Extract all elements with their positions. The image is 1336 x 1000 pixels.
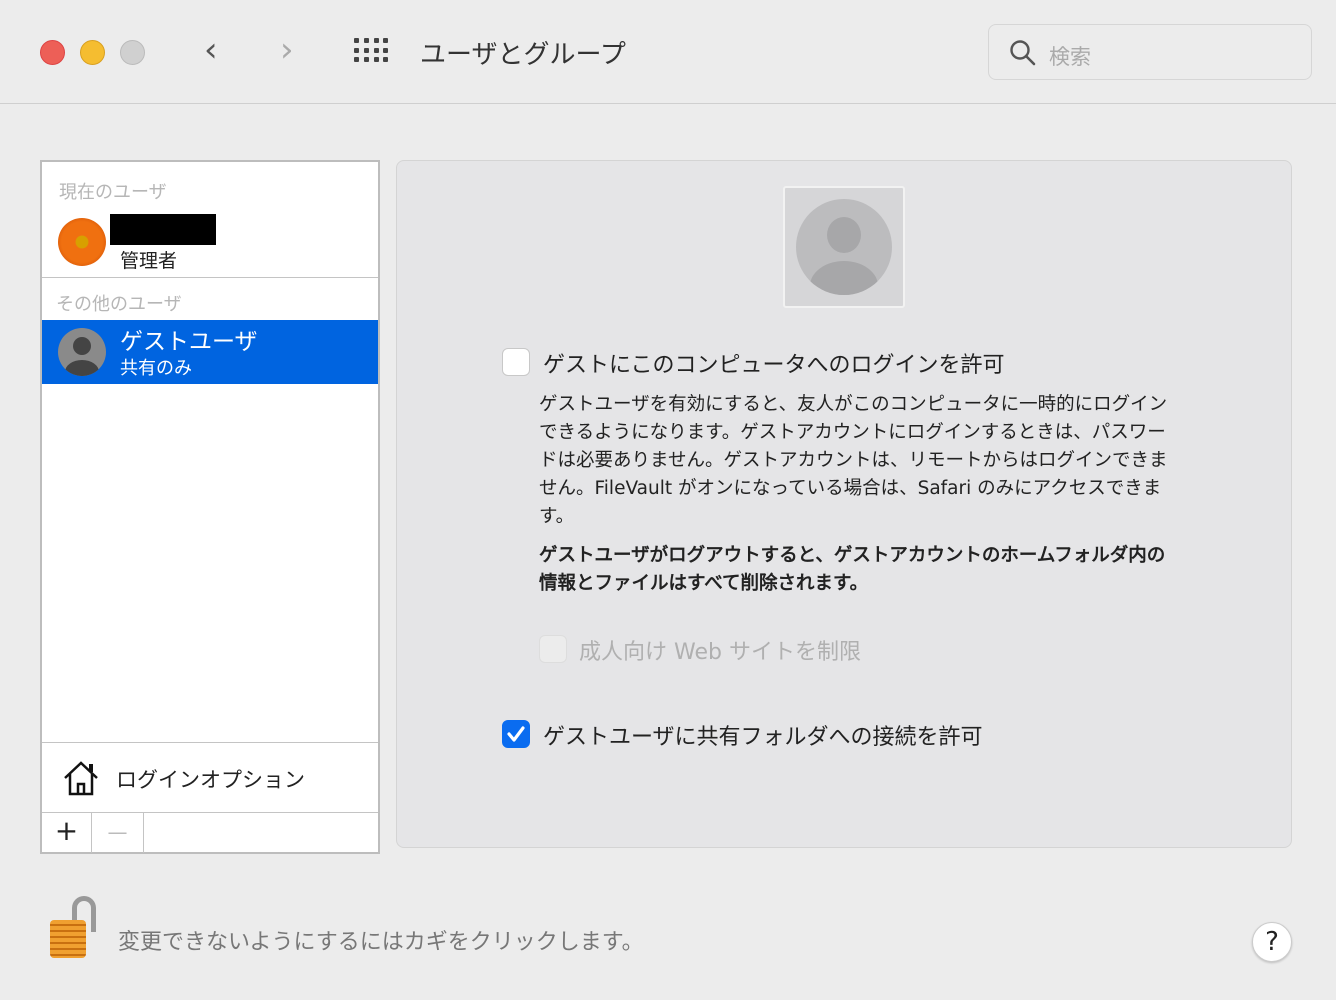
back-icon[interactable]: ‹ bbox=[204, 30, 218, 70]
login-options-label: ログインオプション bbox=[116, 768, 305, 792]
redacted-username bbox=[110, 214, 216, 245]
avatar bbox=[58, 218, 106, 266]
description-line: ドは必要ありません。ゲストアカウントは、リモートからはログインできま bbox=[539, 450, 1168, 471]
description-line: す。 bbox=[539, 506, 575, 527]
guest-avatar bbox=[58, 328, 106, 376]
close-button[interactable] bbox=[40, 40, 65, 65]
show-all-grid-icon[interactable] bbox=[354, 38, 390, 64]
list-toolbar: + — bbox=[42, 812, 378, 853]
shared-folders-checkbox[interactable] bbox=[502, 720, 530, 748]
search-placeholder: 検索 bbox=[1049, 45, 1091, 69]
minimize-button[interactable] bbox=[80, 40, 105, 65]
description-line: せん。FileVault がオンになっている場合は、Safari のみにアクセス… bbox=[539, 478, 1162, 499]
user-item-guest[interactable]: ゲストユーザ 共有のみ bbox=[42, 320, 378, 384]
divider bbox=[42, 277, 378, 278]
search-input[interactable]: 検索 bbox=[988, 24, 1312, 80]
guest-description: ゲストユーザを有効にすると、友人がこのコンピュータに一時的にログイン できるよう… bbox=[539, 391, 1239, 531]
allow-guest-login-checkbox[interactable] bbox=[502, 348, 530, 376]
zoom-button[interactable] bbox=[120, 40, 145, 65]
description-line: ゲストユーザを有効にすると、友人がこのコンピュータに一時的にログイン bbox=[539, 394, 1168, 415]
restrict-adult-sites-label: 成人向け Web サイトを制限 bbox=[579, 640, 861, 665]
window-title: ユーザとグループ bbox=[420, 40, 626, 70]
forward-icon[interactable]: › bbox=[280, 30, 294, 70]
current-users-header: 現在のユーザ bbox=[59, 182, 167, 203]
search-icon bbox=[1010, 40, 1036, 66]
description-line: できるようになります。ゲストアカウントにログインするときは、パスワー bbox=[539, 422, 1166, 443]
guest-name: ゲストユーザ bbox=[120, 329, 258, 355]
remove-user-button[interactable]: — bbox=[92, 813, 144, 853]
divider bbox=[42, 742, 378, 743]
restrict-adult-sites-checkbox[interactable] bbox=[539, 635, 567, 663]
warning-line: 情報とファイルはすべて削除されます。 bbox=[539, 573, 869, 594]
guest-picture[interactable] bbox=[783, 186, 905, 308]
user-role: 管理者 bbox=[120, 250, 178, 272]
shared-folders-label: ゲストユーザに共有フォルダへの接続を許可 bbox=[543, 725, 983, 750]
user-item-current[interactable]: 管理者 bbox=[42, 208, 378, 276]
house-icon bbox=[64, 761, 98, 796]
user-list: 現在のユーザ 管理者 その他のユーザ ゲストユーザ 共有のみ ログインオプション… bbox=[40, 160, 380, 854]
checkmark-icon bbox=[507, 726, 525, 742]
add-user-button[interactable]: + bbox=[42, 813, 92, 853]
title-bar: ‹ › ユーザとグループ 検索 bbox=[0, 0, 1336, 104]
guest-settings-panel: ゲストにこのコンピュータへのログインを許可 ゲストユーザを有効にすると、友人がこ… bbox=[396, 160, 1292, 848]
help-button[interactable]: ? bbox=[1252, 922, 1292, 962]
login-options-item[interactable]: ログインオプション bbox=[42, 744, 378, 812]
allow-guest-login-label: ゲストにこのコンピュータへのログインを許可 bbox=[543, 353, 1005, 378]
lock-message: 変更できないようにするにはカギをクリックします。 bbox=[118, 930, 644, 955]
lock-icon[interactable] bbox=[48, 896, 100, 960]
other-users-header: その他のユーザ bbox=[56, 294, 182, 315]
guest-warning: ゲストユーザがログアウトすると、ゲストアカウントのホームフォルダ内の 情報とファ… bbox=[539, 542, 1239, 598]
warning-line: ゲストユーザがログアウトすると、ゲストアカウントのホームフォルダ内の bbox=[539, 545, 1166, 566]
guest-subtitle: 共有のみ bbox=[120, 358, 192, 379]
